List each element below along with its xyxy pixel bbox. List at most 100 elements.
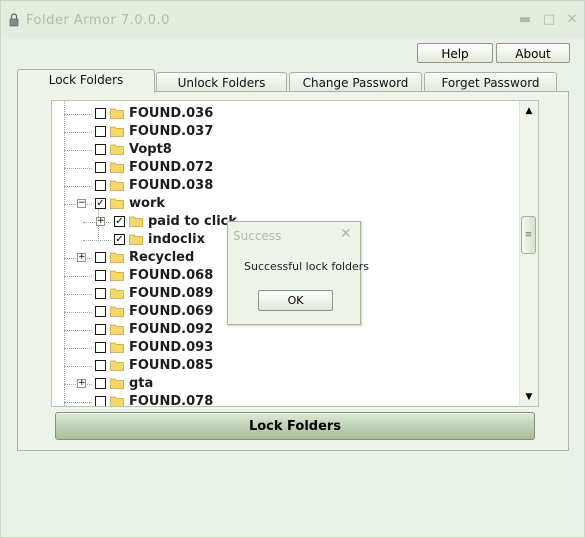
item-label: paid to click xyxy=(148,214,238,229)
tab-change-password[interactable]: Change Password xyxy=(289,72,422,92)
item-label: FOUND.089 xyxy=(129,286,214,301)
item-label: FOUND.092 xyxy=(129,322,214,337)
success-dialog: Success ✕ Successful lock folders OK xyxy=(227,221,369,325)
tree-connector xyxy=(64,132,92,133)
item-checkbox[interactable] xyxy=(95,270,106,281)
folder-icon xyxy=(110,396,124,406)
item-checkbox[interactable] xyxy=(95,378,106,389)
folder-icon xyxy=(110,360,124,371)
item-checkbox[interactable] xyxy=(95,108,106,119)
folder-icon xyxy=(129,216,143,227)
tree-connector xyxy=(83,240,111,241)
about-button[interactable]: About xyxy=(496,43,570,63)
tree-connector xyxy=(64,114,92,115)
item-label: work xyxy=(129,196,165,211)
ok-button[interactable]: OK xyxy=(258,290,333,311)
item-label: FOUND.036 xyxy=(129,106,214,121)
tab-unlock-folders[interactable]: Unlock Folders xyxy=(156,72,287,92)
dialog-message: Successful lock folders xyxy=(244,260,370,273)
item-checkbox[interactable]: ✓ xyxy=(114,234,125,245)
tree-item[interactable]: Vopt8 xyxy=(52,141,520,159)
item-label: indoclix xyxy=(148,232,205,247)
tree-item[interactable]: + gta xyxy=(52,375,520,393)
tree-connector xyxy=(64,276,92,277)
folder-icon xyxy=(110,108,124,119)
item-label: Vopt8 xyxy=(129,142,172,157)
title-bar[interactable]: Folder Armor 7.0.0.0 ▬ □ ✕ xyxy=(1,1,584,39)
folder-icon xyxy=(110,306,124,317)
tree-connector xyxy=(64,294,92,295)
scroll-down-icon[interactable]: ▼ xyxy=(523,391,535,403)
item-checkbox[interactable]: ✓ xyxy=(114,216,125,227)
minimize-icon[interactable]: ▬ xyxy=(517,12,533,28)
collapse-icon[interactable]: − xyxy=(77,199,86,208)
folder-icon xyxy=(110,198,124,209)
item-checkbox[interactable] xyxy=(95,144,106,155)
lock-folders-button[interactable]: Lock Folders xyxy=(55,412,535,440)
folder-icon xyxy=(110,288,124,299)
item-checkbox[interactable]: ✓ xyxy=(95,198,106,209)
folder-icon xyxy=(110,126,124,137)
lock-app-icon xyxy=(9,13,19,27)
tree-connector xyxy=(64,366,92,367)
folder-icon xyxy=(110,162,124,173)
tab-forget-password[interactable]: Forget Password xyxy=(424,72,557,92)
folder-icon xyxy=(110,144,124,155)
item-label: FOUND.072 xyxy=(129,160,214,175)
tree-item[interactable]: FOUND.037 xyxy=(52,123,520,141)
window-title: Folder Armor 7.0.0.0 xyxy=(26,13,170,28)
item-label: Recycled xyxy=(129,250,195,265)
item-label: FOUND.068 xyxy=(129,268,214,283)
scroll-up-icon[interactable]: ▲ xyxy=(523,105,535,117)
item-label: gta xyxy=(129,376,154,391)
item-label: FOUND.038 xyxy=(129,178,214,193)
close-icon[interactable]: ✕ xyxy=(564,12,580,28)
dialog-title: Success xyxy=(233,229,282,243)
tree-connector xyxy=(64,312,92,313)
item-label: FOUND.093 xyxy=(129,340,214,355)
tree-connector xyxy=(64,402,92,403)
tree-item[interactable]: − ✓ work xyxy=(52,195,520,213)
item-checkbox[interactable] xyxy=(95,162,106,173)
item-label: FOUND.037 xyxy=(129,124,214,139)
folder-icon xyxy=(110,180,124,191)
item-checkbox[interactable] xyxy=(95,342,106,353)
dialog-close-icon[interactable]: ✕ xyxy=(340,226,352,242)
tab-lock-folders[interactable]: Lock Folders xyxy=(17,69,155,93)
tree-connector xyxy=(64,150,92,151)
item-label: FOUND.069 xyxy=(129,304,214,319)
expand-icon[interactable]: + xyxy=(96,217,105,226)
tree-connector xyxy=(64,330,92,331)
item-checkbox[interactable] xyxy=(95,252,106,263)
item-checkbox[interactable] xyxy=(95,288,106,299)
item-label: FOUND.085 xyxy=(129,358,214,373)
tree-connector xyxy=(64,168,92,169)
tree-item[interactable]: FOUND.038 xyxy=(52,177,520,195)
item-checkbox[interactable] xyxy=(95,180,106,191)
expand-icon[interactable]: + xyxy=(77,379,86,388)
vertical-scrollbar[interactable]: ▲ ≡ ▼ xyxy=(519,101,538,406)
folder-icon xyxy=(110,252,124,263)
item-label: FOUND.078 xyxy=(129,394,214,407)
item-checkbox[interactable] xyxy=(95,306,106,317)
tree-item[interactable]: FOUND.085 xyxy=(52,357,520,375)
tree-connector xyxy=(64,348,92,349)
tree-connector xyxy=(64,186,92,187)
item-checkbox[interactable] xyxy=(95,360,106,371)
main-window: Folder Armor 7.0.0.0 ▬ □ ✕ Help About Lo… xyxy=(0,0,585,538)
folder-icon xyxy=(129,234,143,245)
folder-icon xyxy=(110,342,124,353)
tree-item[interactable]: FOUND.093 xyxy=(52,339,520,357)
maximize-icon[interactable]: □ xyxy=(541,12,557,28)
scroll-thumb[interactable]: ≡ xyxy=(521,216,536,254)
folder-icon xyxy=(110,270,124,281)
tree-item[interactable]: FOUND.072 xyxy=(52,159,520,177)
tree-item[interactable]: FOUND.036 xyxy=(52,105,520,123)
expand-icon[interactable]: + xyxy=(77,253,86,262)
item-checkbox[interactable] xyxy=(95,396,106,406)
help-button[interactable]: Help xyxy=(417,43,493,63)
tree-item[interactable]: FOUND.078 xyxy=(52,393,520,407)
item-checkbox[interactable] xyxy=(95,126,106,137)
item-checkbox[interactable] xyxy=(95,324,106,335)
folder-icon xyxy=(110,324,124,335)
